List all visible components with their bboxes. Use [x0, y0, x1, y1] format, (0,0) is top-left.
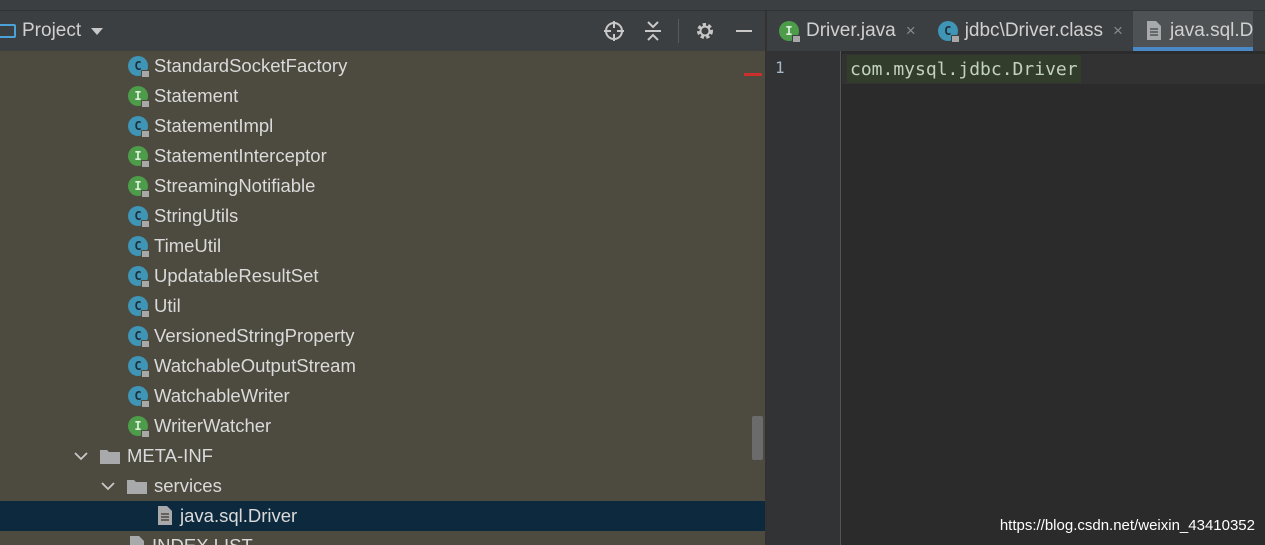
gear-icon: [697, 23, 713, 39]
tab-driver-java[interactable]: I Driver.java ×: [767, 11, 926, 51]
tree-item-label: StandardSocketFactory: [154, 55, 348, 76]
folder-icon: [99, 448, 121, 465]
tree-item-selected[interactable]: java.sql.Driver: [0, 501, 765, 531]
interface-icon: I: [779, 21, 801, 43]
tree-item-label: StatementInterceptor: [154, 145, 327, 166]
minimize-icon: [736, 30, 752, 32]
editor-tab-bar: I Driver.java × C jdbc\Driver.class × ja…: [767, 11, 1265, 51]
tree-item[interactable]: C TimeUtil: [0, 231, 765, 261]
tree-item-label: StatementImpl: [154, 115, 274, 136]
class-icon: C: [128, 116, 150, 138]
tree-item-label: VersionedStringProperty: [154, 325, 355, 346]
chevron-down-icon[interactable]: [71, 446, 91, 466]
class-icon: C: [128, 326, 150, 348]
hide-panel-button[interactable]: [731, 18, 757, 44]
interface-icon: I: [128, 86, 150, 108]
project-panel-header: Project: [0, 11, 765, 51]
class-icon: C: [128, 236, 150, 258]
tree-item-label: META-INF: [127, 445, 213, 466]
panel-title: Project: [22, 20, 82, 41]
tree-item[interactable]: C StandardSocketFactory: [0, 51, 765, 81]
line-number-gutter: 1: [767, 51, 841, 545]
class-icon: C: [128, 356, 150, 378]
tree-item-label: java.sql.Driver: [180, 505, 298, 526]
class-icon: C: [128, 386, 150, 408]
text-file-icon: [1145, 20, 1163, 42]
tree-folder-meta-inf[interactable]: META-INF: [0, 441, 765, 471]
settings-button[interactable]: [692, 18, 718, 44]
close-icon[interactable]: ×: [1113, 21, 1123, 41]
toolbar-separator: [678, 19, 679, 43]
panel-toolbar: [588, 11, 757, 51]
tree-item[interactable]: C WatchableWriter: [0, 381, 765, 411]
tree-item-label: services: [154, 475, 222, 496]
class-icon: C: [128, 56, 150, 78]
locate-target-button[interactable]: [601, 18, 627, 44]
tree-item[interactable]: I StreamingNotifiable: [0, 171, 765, 201]
line-number: 1: [775, 58, 785, 77]
project-tree: C StandardSocketFactory I Statement C St…: [0, 51, 765, 545]
tree-item-label: TimeUtil: [154, 235, 222, 256]
editor-area: I Driver.java × C jdbc\Driver.class × ja…: [767, 11, 1265, 545]
project-tool-window: Project C StandardSocketFactory I Statem…: [0, 11, 765, 545]
tab-label: java.sql.D: [1169, 20, 1254, 41]
tree-item[interactable]: C StatementImpl: [0, 111, 765, 141]
class-icon: C: [937, 21, 960, 43]
project-view-selector[interactable]: Project: [0, 11, 104, 51]
tree-item[interactable]: C VersionedStringProperty: [0, 321, 765, 351]
tree-item-label: INDEX.LIST: [152, 535, 253, 545]
tree-folder-services[interactable]: services: [0, 471, 765, 501]
tree-item-label: WatchableWriter: [154, 385, 290, 406]
tab-label: Driver.java: [806, 20, 896, 41]
text-file-icon: [128, 535, 146, 545]
chevron-down-icon[interactable]: [91, 27, 104, 35]
tab-jdbc-driver-class[interactable]: C jdbc\Driver.class ×: [926, 11, 1133, 51]
tree-item[interactable]: INDEX.LIST: [0, 531, 765, 545]
tree-item[interactable]: C UpdatableResultSet: [0, 261, 765, 291]
tree-item-label: StreamingNotifiable: [154, 175, 316, 196]
tree-item-label: Statement: [154, 85, 239, 106]
tree-item[interactable]: I Statement: [0, 81, 765, 111]
crosshair-icon: [604, 21, 624, 41]
tab-java-sql-driver[interactable]: java.sql.D: [1132, 11, 1254, 51]
error-stripe-marker: [744, 73, 762, 76]
tree-item-label: Util: [154, 295, 181, 316]
tree-item[interactable]: C StringUtils: [0, 201, 765, 231]
class-icon: C: [128, 266, 150, 288]
close-icon[interactable]: ×: [906, 21, 916, 41]
chevron-down-icon[interactable]: [98, 476, 118, 496]
class-icon: C: [128, 296, 150, 318]
collapse-all-icon: [645, 21, 661, 41]
class-icon: C: [128, 206, 150, 228]
tree-item[interactable]: I WriterWatcher: [0, 411, 765, 441]
panel-scrollbar-thumb[interactable]: [752, 416, 763, 460]
tree-item-label: WatchableOutputStream: [154, 355, 356, 376]
interface-icon: I: [128, 146, 150, 168]
folder-icon: [126, 478, 148, 495]
tree-item-label: UpdatableResultSet: [154, 265, 319, 286]
tree-item-label: WriterWatcher: [154, 415, 272, 436]
interface-icon: I: [128, 416, 150, 438]
collapse-all-button[interactable]: [640, 18, 666, 44]
interface-icon: I: [128, 176, 150, 198]
code-line[interactable]: com.mysql.jdbc.Driver: [847, 55, 1081, 83]
tab-label: jdbc\Driver.class: [964, 20, 1104, 41]
tree-item[interactable]: C Util: [0, 291, 765, 321]
text-file-icon: [156, 505, 174, 527]
tree-item-label: StringUtils: [154, 205, 239, 226]
window-top-strip: [0, 0, 1265, 11]
project-icon: [0, 24, 16, 38]
tree-item[interactable]: I StatementInterceptor: [0, 141, 765, 171]
watermark-text: https://blog.csdn.net/weixin_43410352: [999, 517, 1255, 534]
tree-item[interactable]: C WatchableOutputStream: [0, 351, 765, 381]
